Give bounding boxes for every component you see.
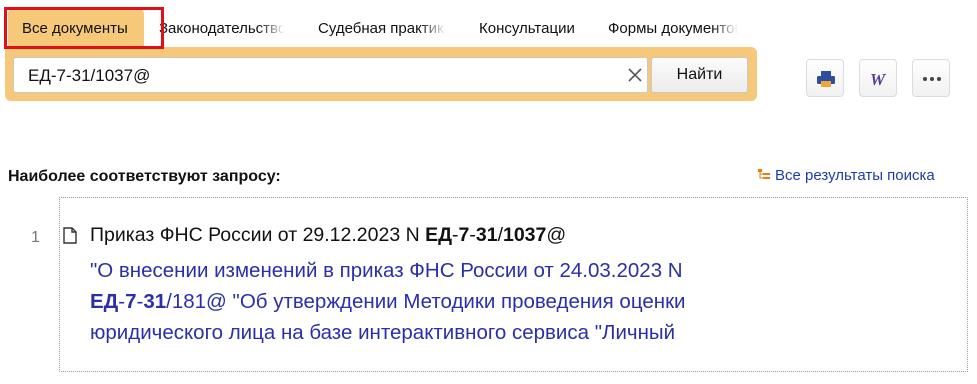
word-export-button[interactable]: W [859, 59, 897, 97]
search-panel: Найти [5, 47, 757, 101]
tab-all-documents[interactable]: Все документы [8, 8, 144, 48]
tab-court-practice[interactable]: Судебная практика [304, 8, 446, 48]
all-results-label: Все результаты поиска [775, 167, 935, 184]
result-description[interactable]: "О внесении изменений в приказ ФНС Росси… [90, 255, 950, 348]
word-export-icon: W [870, 70, 887, 89]
result-title[interactable]: Приказ ФНС России от 29.12.2023 N ЕД-7-3… [90, 224, 566, 247]
more-button[interactable] [912, 59, 950, 97]
print-button[interactable] [806, 59, 844, 97]
svg-text:W: W [870, 70, 887, 89]
description-line: "О внесении изменений в приказ ФНС Росси… [90, 259, 683, 282]
result-number: 1 [31, 229, 40, 246]
tree-list-icon [758, 169, 770, 179]
find-button[interactable]: Найти [651, 57, 748, 93]
description-line: юридического лица на базе интерактивного… [90, 321, 676, 344]
tab-label: Все документы [22, 20, 128, 37]
description-line: ЕД-7-31/181@ "Об утверждении Методики пр… [90, 290, 686, 313]
printer-icon [817, 71, 835, 87]
search-input[interactable] [28, 62, 598, 89]
tab-legislation[interactable]: Законодательство [145, 8, 285, 48]
close-icon[interactable] [626, 66, 644, 84]
tab-document-forms[interactable]: Формы документов [594, 8, 738, 48]
tab-bar: Все документы Законодательство Судебная … [8, 8, 748, 48]
search-box [13, 57, 648, 93]
document-icon [63, 227, 77, 244]
tab-label: Консультации [479, 20, 575, 37]
tab-consultations[interactable]: Консультации [465, 8, 595, 48]
results-heading: Наиболее соответствуют запросу: [8, 168, 281, 185]
more-dots-icon [923, 77, 941, 81]
all-results-link[interactable]: Все результаты поиска [757, 167, 935, 184]
